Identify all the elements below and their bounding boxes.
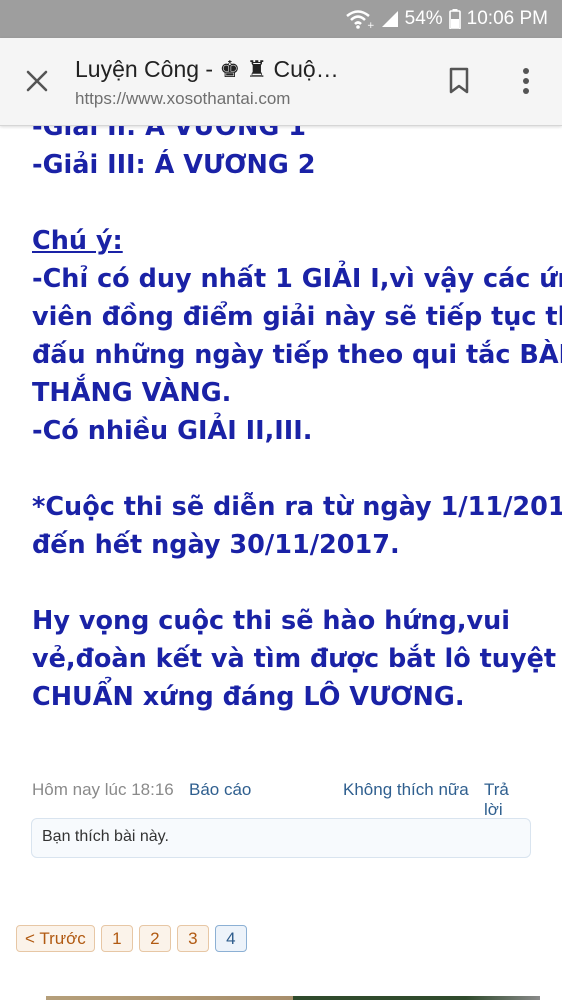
post-line-note-heading: Chú ý: — [32, 226, 123, 256]
battery-percent: 54% — [404, 8, 443, 29]
status-bar: + 54% 10:06 PM — [0, 0, 562, 38]
post-line-blank — [32, 450, 542, 488]
bookmark-icon — [449, 67, 469, 94]
page-2-button[interactable]: 2 — [138, 925, 171, 952]
post-meta: Hôm nay lúc 18:16 Báo cáo Không thích nữ… — [32, 780, 532, 819]
post-line: -Chỉ có duy nhất 1 GIẢI I,vì vậy các ứng — [32, 264, 562, 294]
wifi-icon: + — [345, 9, 375, 29]
reply-link[interactable]: Trả lời — [484, 780, 532, 820]
page-3-button[interactable]: 3 — [176, 925, 209, 952]
clock: 10:06 PM — [466, 8, 548, 29]
post-time[interactable]: Hôm nay lúc 18:16 — [32, 780, 174, 800]
signal-icon — [381, 10, 399, 28]
overflow-menu-button[interactable] — [512, 64, 540, 98]
page-1-button[interactable]: 1 — [100, 925, 133, 952]
post-content: -Giải II: Á VƯƠNG 1 -Giải III: Á VƯƠNG 2… — [0, 126, 562, 766]
report-link[interactable]: Báo cáo — [189, 780, 251, 800]
browser-toolbar: Luyện Công - ♚ ♜ Cuộ… https://www.xosoth… — [0, 38, 562, 126]
bottom-banner-edge — [46, 996, 540, 1000]
post-line: THẮNG VÀNG. — [32, 378, 232, 408]
pagination: < Trước 1 2 3 4 — [16, 925, 247, 953]
page-4-button-current[interactable]: 4 — [214, 925, 247, 952]
page-title: Luyện Công - ♚ ♜ Cuộ… — [75, 56, 339, 82]
post-line: đến hết ngày 30/11/2017. — [32, 530, 400, 560]
close-icon — [26, 70, 48, 92]
post-line-blank — [32, 184, 542, 222]
post-line: -Giải III: Á VƯƠNG 2 — [32, 150, 316, 180]
url-text[interactable]: https://www.xosothantai.com — [75, 89, 290, 109]
post-line: Hy vọng cuộc thi sẽ hào hứng,vui — [32, 606, 511, 636]
post-line-blank — [32, 564, 542, 602]
post-line: CHUẨN xứng đáng LÔ VƯƠNG. — [32, 682, 465, 712]
bookmark-button[interactable] — [445, 64, 473, 98]
more-vert-icon — [523, 68, 529, 94]
battery-icon — [448, 9, 461, 29]
unlike-link[interactable]: Không thích nữa — [343, 780, 469, 800]
post-line: viên đồng điểm giải này sẽ tiếp tục thi — [32, 302, 562, 332]
post-line: đấu những ngày tiếp theo qui tắc BÀN — [32, 340, 562, 370]
post-line: -Giải II: Á VƯƠNG 1 — [32, 126, 306, 142]
like-summary: Bạn thích bài này. — [31, 818, 531, 858]
svg-text:+: + — [367, 21, 375, 29]
post-line: vẻ,đoàn kết và tìm được bắt lô tuyệt — [32, 644, 557, 674]
like-summary-text: Bạn thích bài này. — [42, 828, 169, 845]
post-text: -Giải II: Á VƯƠNG 1 -Giải III: Á VƯƠNG 2… — [32, 126, 562, 716]
post-line: -Có nhiều GIẢI II,III. — [32, 416, 313, 446]
prev-page-button[interactable]: < Trước — [16, 925, 95, 952]
status-icons: + 54% 10:06 PM — [345, 8, 548, 30]
post-line: *Cuộc thi sẽ diễn ra từ ngày 1/11/2017 — [32, 492, 562, 522]
close-tab-button[interactable] — [20, 64, 54, 98]
